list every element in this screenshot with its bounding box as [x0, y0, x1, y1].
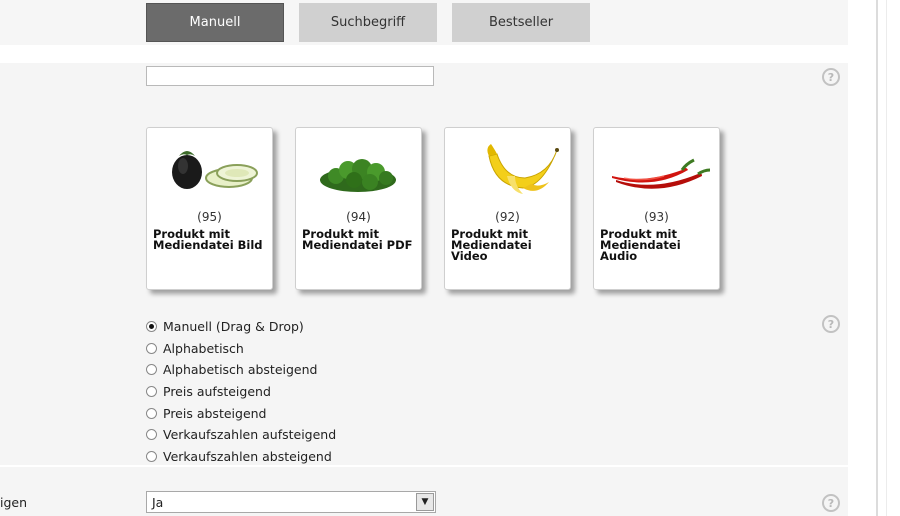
tab-suchbegriff[interactable]: Suchbegriff	[299, 3, 437, 42]
sort-radio-group: Manuell (Drag & Drop) Alphabetisch Alpha…	[146, 316, 336, 467]
help-icon[interactable]: ?	[822, 68, 840, 86]
product-card[interactable]: (94) Produkt mit Mediendatei PDF	[295, 127, 422, 290]
radio-label: Verkaufszahlen aufsteigend	[163, 427, 337, 443]
product-id: (94)	[346, 210, 371, 224]
sort-option-verkaufszahlen-aufsteigend[interactable]: Verkaufszahlen aufsteigend	[146, 424, 336, 446]
product-name: Produkt mit Mediendatei Bild	[153, 227, 263, 252]
product-config-page: Manuell Suchbegriff Bestseller ? ? ? (95…	[0, 0, 900, 516]
product-card[interactable]: (95) Produkt mit Mediendatei Bild	[146, 127, 273, 290]
product-search-input[interactable]	[146, 66, 434, 86]
chili-image	[612, 158, 711, 189]
radio-button[interactable]	[146, 364, 157, 376]
sort-option-alphabetisch-absteigend[interactable]: Alphabetisch absteigend	[146, 359, 336, 381]
parsley-image	[320, 159, 396, 192]
tab-manuell[interactable]: Manuell	[146, 3, 284, 42]
product-name: Produkt mit Mediendatei PDF	[302, 227, 413, 252]
help-icon[interactable]: ?	[822, 494, 840, 512]
radio-button[interactable]	[146, 407, 157, 419]
radio-label: Alphabetisch	[163, 340, 244, 356]
scrollbar-track[interactable]	[876, 0, 878, 516]
product-card[interactable]: (92) Produkt mit Mediendatei Video	[444, 127, 571, 290]
radio-button[interactable]	[146, 450, 157, 462]
banana-image	[487, 144, 559, 194]
radio-button[interactable]	[146, 342, 157, 354]
product-card[interactable]: (93) Produkt mit Mediendatei Audio	[593, 127, 720, 290]
product-name: Produkt mit Mediendatei Video	[451, 227, 532, 263]
radio-label: Manuell (Drag & Drop)	[163, 319, 304, 335]
sort-option-preis-absteigend[interactable]: Preis absteigend	[146, 402, 336, 424]
sort-option-verkaufszahlen-absteigend[interactable]: Verkaufszahlen absteigend	[146, 446, 336, 468]
radio-label: Preis absteigend	[163, 405, 267, 421]
display-option-select[interactable]: Ja ▼	[146, 491, 436, 513]
tab-bar: Manuell Suchbegriff Bestseller	[0, 0, 848, 45]
product-selection-panel	[0, 63, 848, 465]
radio-button[interactable]	[146, 386, 157, 398]
sort-option-manuell[interactable]: Manuell (Drag & Drop)	[146, 316, 336, 338]
help-icon[interactable]: ?	[822, 315, 840, 333]
tab-bestseller[interactable]: Bestseller	[452, 3, 590, 42]
select-value: Ja	[152, 494, 164, 510]
radio-label: Alphabetisch absteigend	[163, 362, 318, 378]
sort-option-alphabetisch[interactable]: Alphabetisch	[146, 338, 336, 360]
sort-option-preis-aufsteigend[interactable]: Preis aufsteigend	[146, 381, 336, 403]
radio-label: Preis aufsteigend	[163, 384, 271, 400]
eggplant-image	[172, 151, 258, 189]
radio-button[interactable]	[146, 321, 157, 333]
radio-button[interactable]	[146, 429, 157, 441]
display-option-label: igen	[0, 495, 28, 510]
chevron-down-icon[interactable]: ▼	[416, 493, 434, 511]
product-id: (92)	[495, 210, 520, 224]
scrollbar-edge	[886, 0, 887, 516]
product-id: (95)	[197, 210, 222, 224]
product-name: Produkt mit Mediendatei Audio	[600, 227, 681, 263]
radio-label: Verkaufszahlen absteigend	[163, 448, 332, 464]
product-id: (93)	[644, 210, 669, 224]
